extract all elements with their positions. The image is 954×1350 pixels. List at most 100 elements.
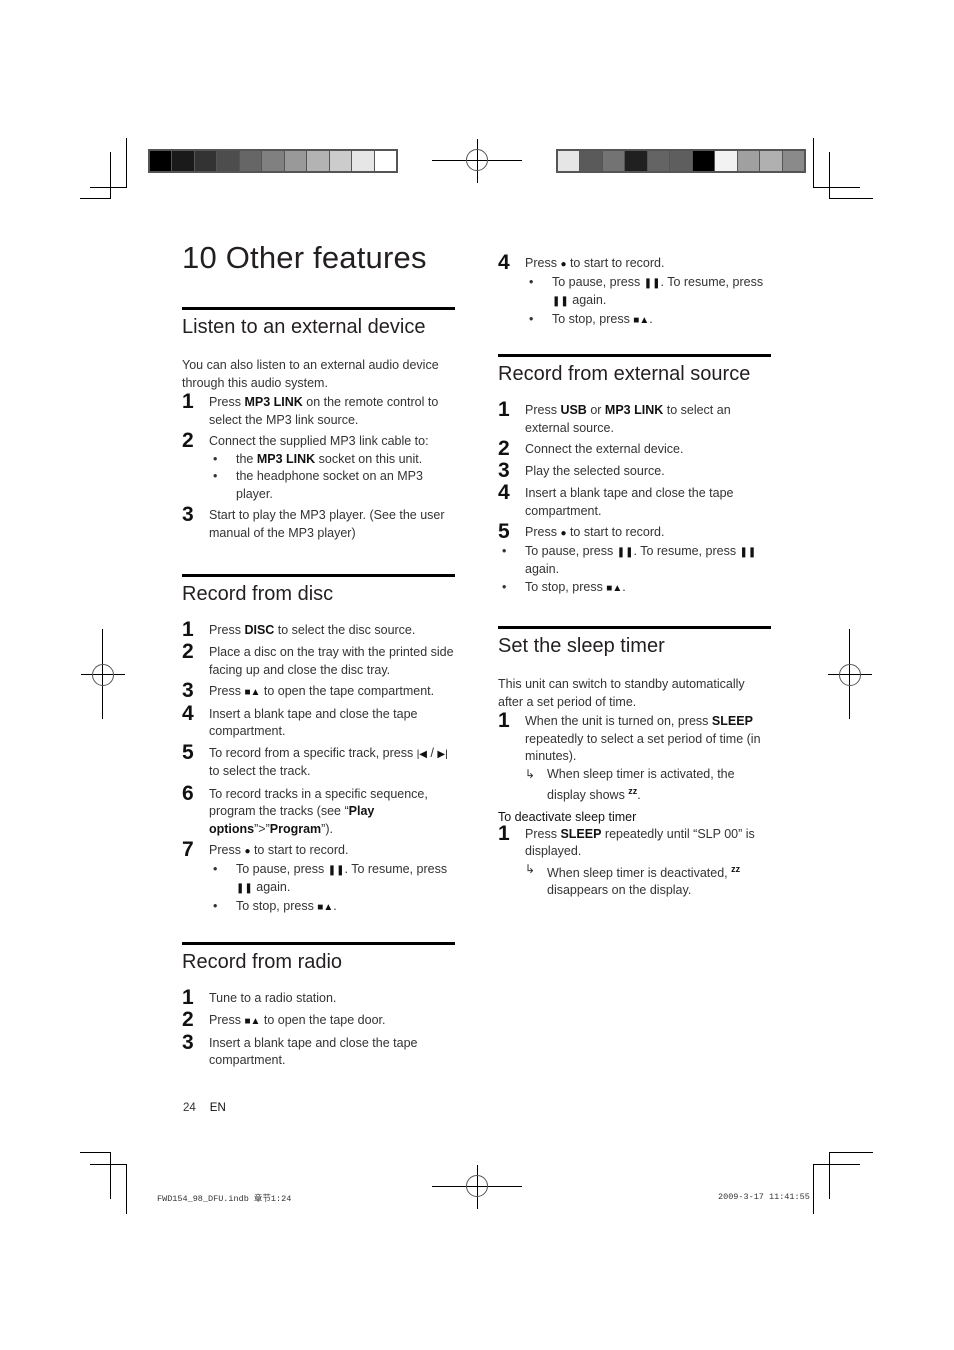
crop-mark-bottom-right-v2 [813,1164,814,1214]
step-text: repeatedly to select a set period of tim… [525,731,761,764]
color-swatch [262,151,284,171]
bullet-text: . [649,311,653,326]
language-code: EN [209,1102,226,1114]
step-text: Connect the external device. [525,442,684,456]
bullet-text: . To resume, press [344,861,448,876]
color-swatch [329,151,352,171]
color-swatch [194,151,217,171]
bullet-item: • To pause, press ❚❚. To resume, press ❚… [525,274,771,311]
step-text: Press [209,684,245,698]
bullet-text: again. [252,880,291,894]
step-number: 3 [182,1030,194,1054]
bullet-item: • the MP3 LINK socket on this unit. [209,451,455,469]
pause-icon: ❚❚ [616,546,634,558]
step-text: Insert a blank tape and close the tape c… [209,1035,418,1068]
step-text: to start to record. [566,256,665,270]
section-rule [182,574,455,577]
pause-icon: ❚❚ [236,883,253,894]
step-item: 1 Tune to a radio station. [182,987,455,1008]
bullet-item: • the headphone socket on an MP3 player. [209,468,455,503]
result-text: When sleep timer is deactivated, [547,865,732,880]
step-text: Press [525,403,561,417]
stop-eject-icon: ■▲ [606,582,623,594]
step-list: 1 Tune to a radio station. 2 Press ■▲ to… [182,987,455,1070]
section-title: Record from radio [182,951,343,973]
section-rule [182,307,455,310]
step-item: 4 Insert a blank tape and close the tape… [498,482,771,520]
bullet-text: To pause, press [525,543,617,558]
step-item: 2 Press ■▲ to open the tape door. [182,1009,455,1031]
section-record-from-radio: Record from radio 1 Tune to a radio stat… [182,942,455,1070]
step-list: 1 Press MP3 LINK on the remote control t… [182,390,455,542]
bullet-text: . [333,898,337,913]
color-swatch [625,151,647,171]
step-number: 3 [182,679,194,702]
section-title: Record from external source [498,363,751,385]
registration-mark-top [432,139,522,183]
step-text: Press [209,623,245,637]
bullet-item: • To stop, press ■▲. [209,898,455,917]
step-number: 4 [182,701,194,725]
color-swatch [284,151,307,171]
step-item: 1 Press SLEEP repeatedly until “SLP 00” … [498,823,771,900]
step-text: Start to play the MP3 player. (See the u… [209,508,445,540]
bullet-icon: • [502,543,507,558]
color-swatch [715,151,737,171]
section-intro: You can also listen to an external audio… [182,358,439,390]
step-item: 1 Press DISC to select the disc source. [182,618,455,641]
color-swatch [782,151,804,171]
crop-mark-bottom-left-v2 [126,1164,127,1214]
bullet-item: • To stop, press ■▲. [498,579,771,598]
crop-mark-bottom-left-v [110,1152,111,1199]
result-item: ↳ When sleep timer is activated, the dis… [525,766,771,805]
step-number: 1 [498,398,510,421]
stop-eject-icon: ■▲ [244,1016,261,1027]
color-swatch [737,151,760,171]
step-item: 1 Press MP3 LINK on the remote control t… [182,390,455,429]
step-text: Press [525,525,561,539]
step-text: to open the tape door. [260,1013,386,1027]
bullet-item: • To pause, press ❚❚. To resume, press ❚… [498,543,771,579]
section-title: Record from disc [182,583,334,605]
crop-mark-top-right-h2 [829,198,873,199]
step-item: 2 Connect the supplied MP3 link cable to… [182,430,455,503]
bullet-icon: • [213,898,218,913]
next-track-icon: ▶| [437,748,448,760]
chapter-title: 10 Other features [182,240,427,275]
step-text: Tune to a radio station. [209,991,337,1005]
result-text: . [637,788,641,803]
pause-icon: ❚❚ [552,296,569,307]
pause-icon: ❚❚ [739,546,757,558]
color-swatch [239,151,262,171]
bullet-text: socket on this unit. [315,451,423,466]
color-swatch [692,151,715,171]
bullet-text: To stop, press [552,311,634,326]
crop-mark-bottom-right-h [829,1152,873,1153]
stop-eject-icon: ■▲ [633,314,650,326]
step-item: 2 Place a disc on the tray with the prin… [182,640,455,679]
step-item: 4 Insert a blank tape and close the tape… [182,701,455,741]
step-text: or [586,403,605,417]
crop-mark-bottom-right-v [829,1152,830,1199]
step-text: to select the track. [209,764,311,778]
step-number: 2 [182,640,194,663]
step-item: 7 Press ● to start to record. • To pause… [182,839,455,917]
bullet-text: To pause, press [236,861,328,876]
button-name-sleep: SLEEP [560,826,602,841]
step-text: Connect the supplied MP3 link cable to: [209,434,429,448]
result-text: When sleep timer is activated, the displ… [547,766,735,803]
step-number: 1 [182,390,194,413]
color-swatch [307,151,329,171]
bullet-icon: • [502,579,507,594]
color-swatch [558,151,580,171]
step-item: 5 To record from a specific track, press… [182,742,455,781]
bullet-text: the [236,451,257,466]
step-text: to open the tape compartment. [260,684,435,698]
step-item: 5 Press ● to start to record. [498,521,771,543]
crop-mark-top-left-h2 [80,198,111,199]
step-text: to start to record. [250,843,349,857]
color-bar-right [556,149,806,173]
step-text: Insert a blank tape and close the tape c… [209,706,418,739]
step-number: 1 [182,618,194,641]
color-swatch [602,151,625,171]
